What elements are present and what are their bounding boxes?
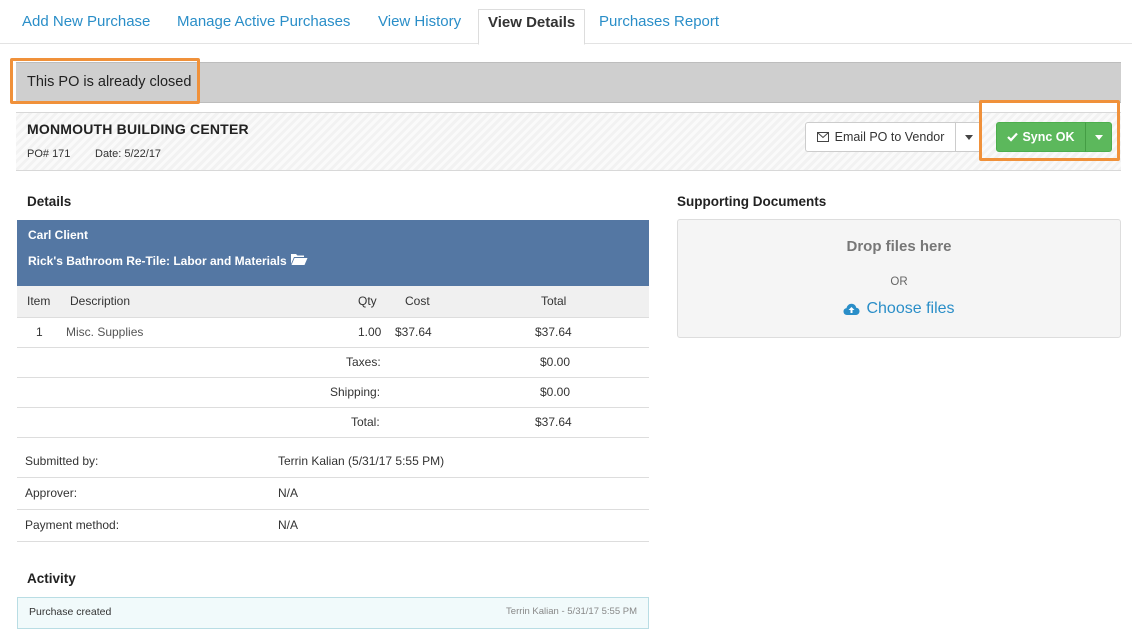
divider [17,347,649,348]
tab-view-details[interactable]: View Details [478,9,586,45]
choose-files-label: Choose files [866,300,955,317]
email-po-label: Email PO to Vendor [834,130,945,144]
po-number: PO# 171 [27,148,71,160]
highlight-box-sync [979,100,1120,161]
highlight-box-closed [10,58,200,104]
taxes-label: Taxes: [346,355,381,369]
email-po-button[interactable]: Email PO to Vendor [805,122,956,152]
column-header-description: Description [70,294,131,308]
approver-label: Approver: [25,486,78,500]
client-name: Carl Client [28,228,89,242]
top-nav: Add New Purchase Manage Active Purchases… [0,0,1132,45]
tab-purchases-report[interactable]: Purchases Report [599,9,719,36]
or-text: OR [890,276,908,288]
folder-open-icon[interactable] [290,252,308,266]
submitted-by-value: Terrin Kalian (5/31/17 5:55 PM) [278,454,445,468]
taxes-value: $0.00 [540,355,571,369]
approver-value: N/A [278,486,299,500]
divider [17,477,649,478]
column-header-item: Item [27,294,51,308]
drop-files-text: Drop files here [846,238,952,255]
payment-method-value: N/A [278,518,299,532]
project-header [17,220,649,286]
po-date: Date: 5/22/17 [95,148,162,160]
column-header-qty: Qty [358,294,377,308]
vendor-name: MONMOUTH BUILDING CENTER [27,121,249,137]
total-label: Total: [351,415,380,429]
total-value: $37.64 [535,415,572,429]
divider [17,541,649,542]
email-options-dropdown[interactable] [955,122,982,152]
choose-files-link[interactable]: Choose files [677,300,1121,318]
tab-manage-active-purchases[interactable]: Manage Active Purchases [177,9,350,36]
tab-view-history[interactable]: View History [378,9,461,36]
cloud-upload-icon [843,303,860,315]
payment-method-label: Payment method: [25,518,120,532]
activity-meta: Terrin Kalian - 5/31/17 5:55 PM [506,606,637,617]
divider [17,407,649,408]
divider [17,509,649,510]
shipping-label: Shipping: [330,385,381,399]
item-total: $37.64 [535,325,572,339]
item-number: 1 [36,325,43,339]
divider [17,437,649,438]
item-description: Misc. Supplies [66,325,144,339]
tab-add-new-purchase[interactable]: Add New Purchase [22,9,150,36]
chevron-down-icon [964,135,973,140]
item-qty: 1.00 [358,325,382,339]
envelope-icon [816,132,829,142]
shipping-value: $0.00 [540,385,571,399]
details-title: Details [27,194,72,209]
divider [17,377,649,378]
activity-text: Purchase created [29,606,112,618]
item-cost: $37.64 [395,325,432,339]
column-header-total: Total [541,294,567,308]
project-name: Rick's Bathroom Re-Tile: Labor and Mater… [28,254,287,268]
column-header-cost: Cost [405,294,430,308]
supporting-docs-title: Supporting Documents [677,194,827,209]
submitted-by-label: Submitted by: [25,454,99,468]
activity-title: Activity [27,571,76,586]
